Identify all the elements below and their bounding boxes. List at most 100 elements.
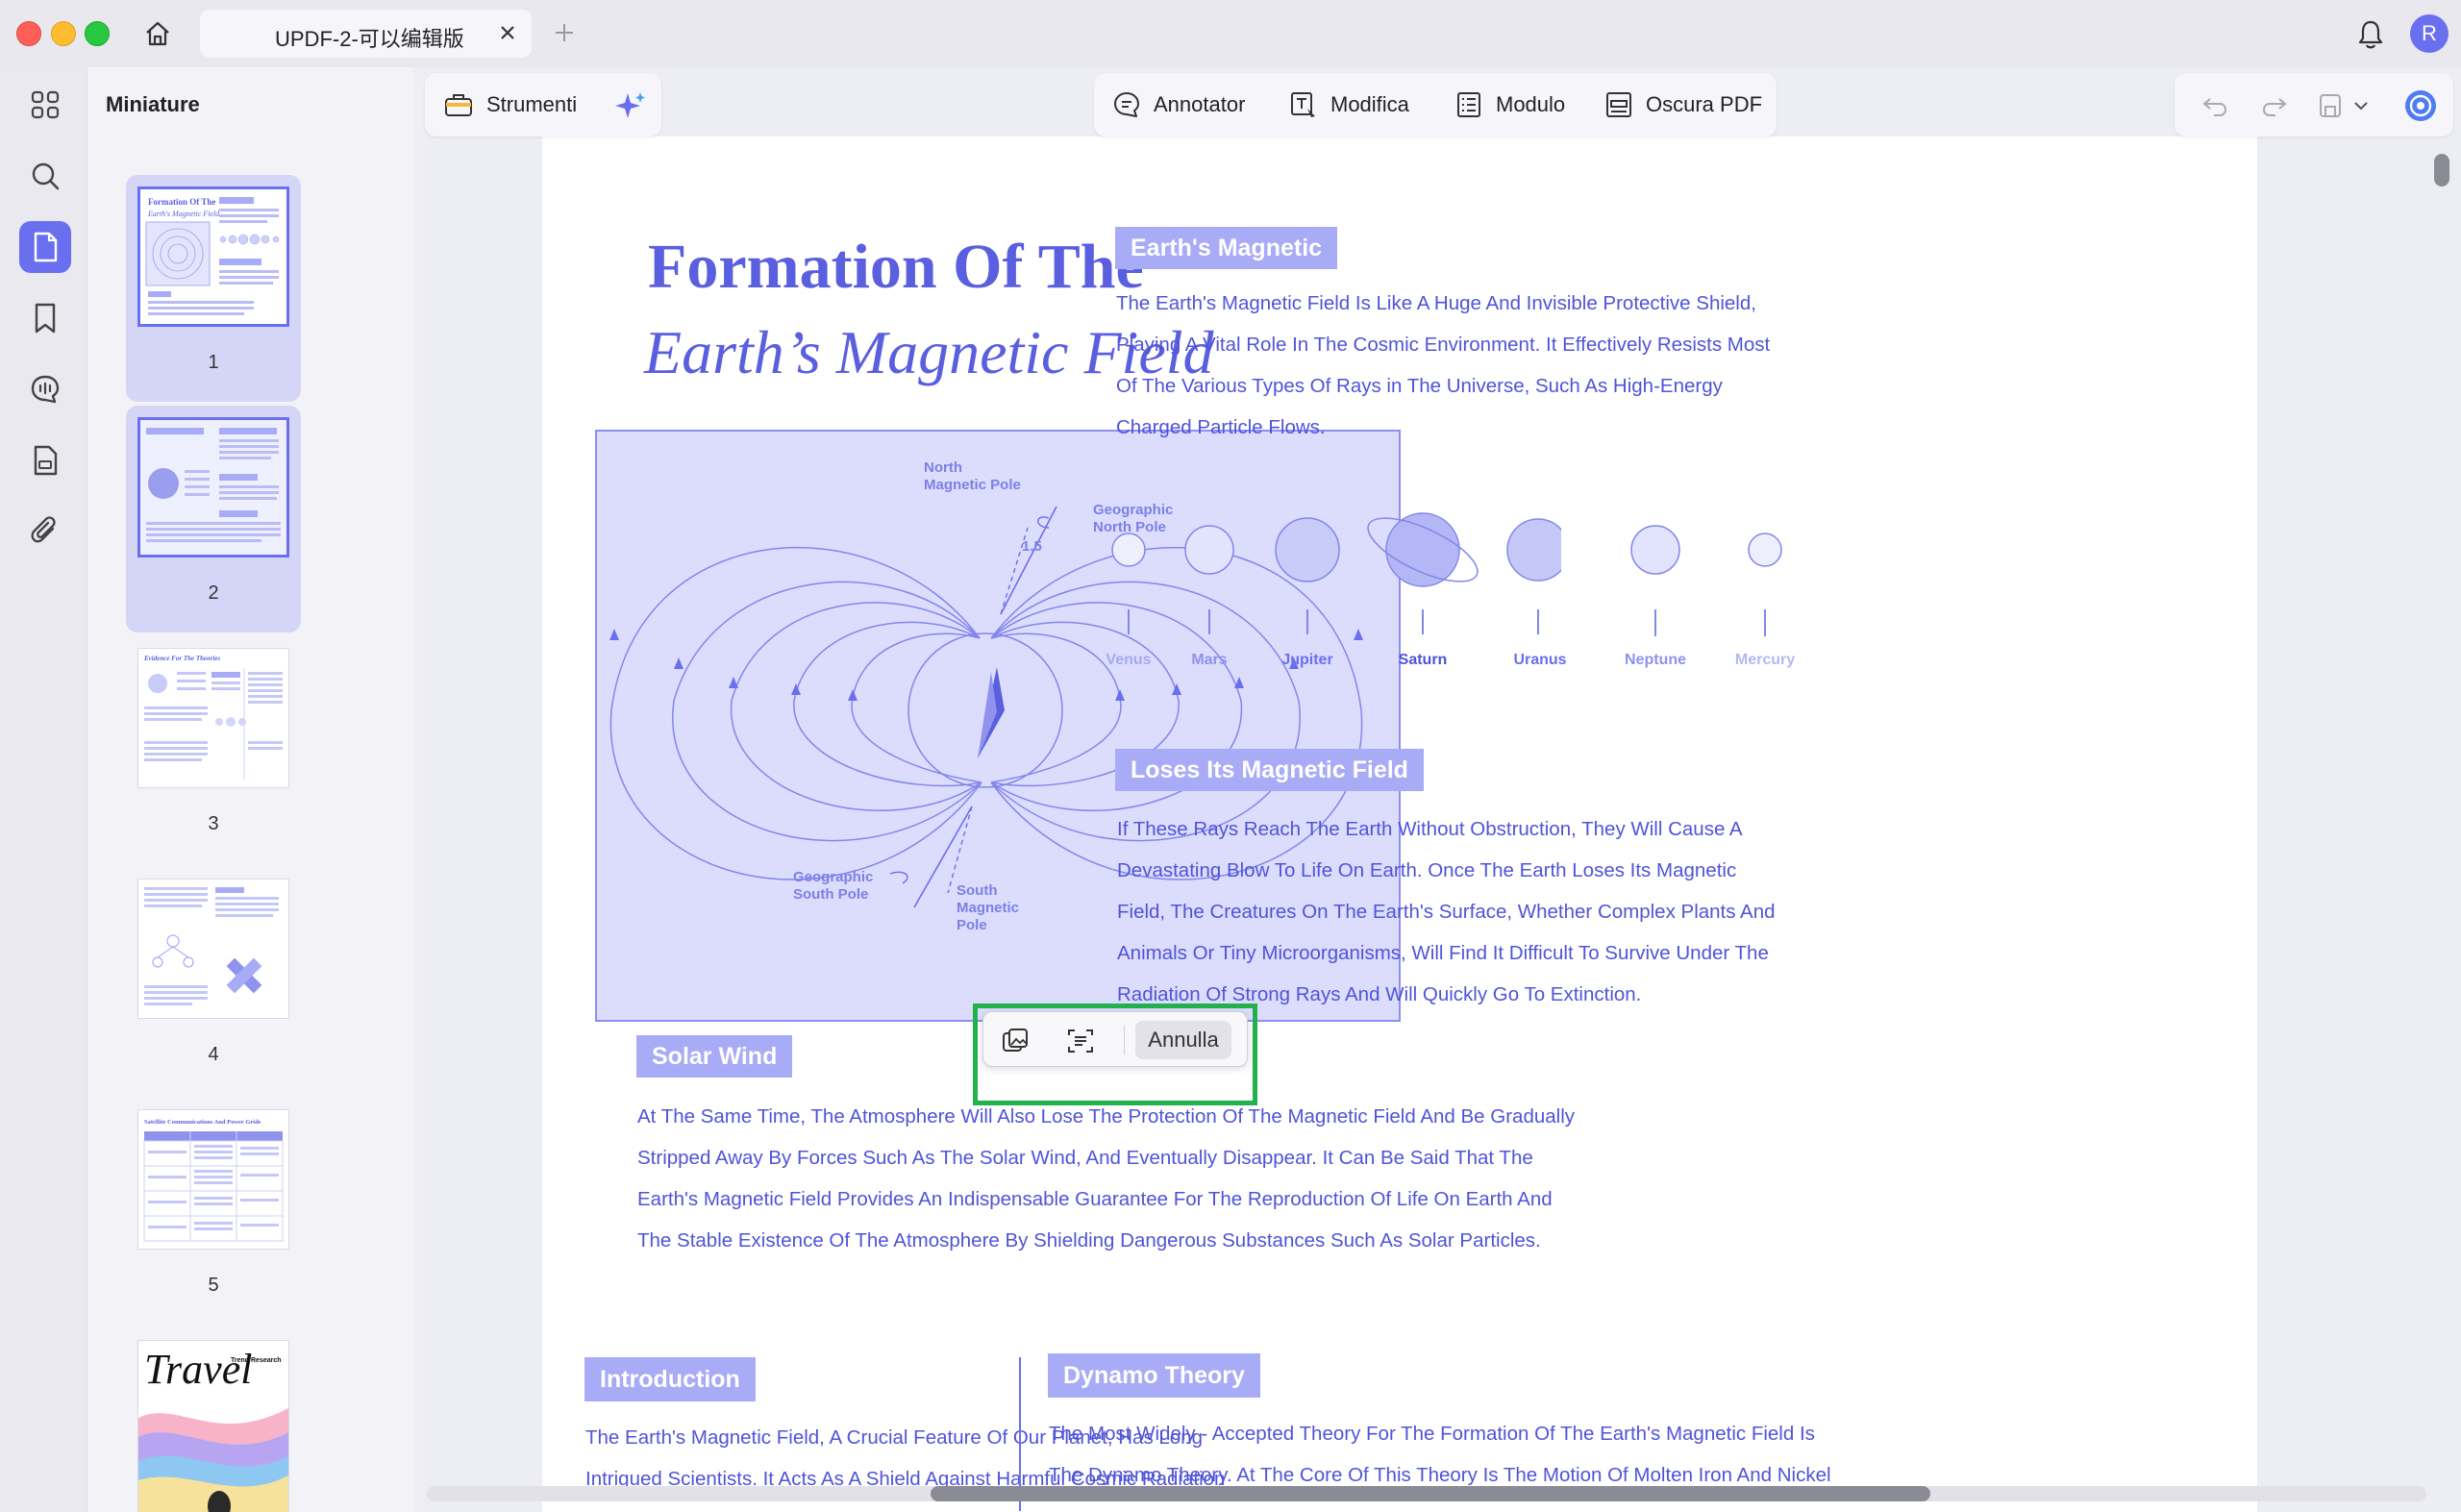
modulo-label: Modulo (1496, 92, 1566, 116)
redact-icon (1606, 92, 1631, 117)
solar-wind-heading[interactable]: Solar Wind (636, 1035, 793, 1078)
copy-image-icon[interactable] (997, 1023, 1033, 1059)
thumbnail-page-4[interactable]: 4 (126, 867, 301, 1094)
document-horizontal-scrollbar[interactable] (427, 1486, 2426, 1501)
annotator-button[interactable]: Annotator (1111, 87, 1245, 123)
earths-magnetic-heading[interactable]: Earth's Magnetic (1115, 227, 1338, 269)
comments-icon[interactable] (19, 363, 71, 415)
earths-magnetic-text[interactable]: The Earth's Magnetic Field Is Like A Hug… (1116, 283, 1847, 448)
geo-south-label-2: South Pole (793, 886, 868, 903)
pdf-page-3: Introduction The Earth's Magnetic Field,… (542, 1290, 2257, 1512)
notification-bell-icon[interactable] (2351, 15, 2390, 54)
form-icon (1457, 92, 1480, 117)
thumbnails-title: Miniature (106, 92, 200, 116)
menu-divider (1124, 1026, 1125, 1054)
geo-south-label-1: Geographic (793, 869, 873, 885)
tab-title: UPDF-2-可以编辑版 (275, 27, 464, 51)
pdf-page-2: Formation Of The Earth’s Magnetic Field (542, 136, 2257, 1336)
north-magnetic-label-1: North (924, 459, 962, 476)
loses-field-text[interactable]: If These Rays Reach The Earth Without Ob… (1117, 808, 1848, 1015)
user-avatar[interactable]: R (2410, 14, 2449, 53)
modifica-button[interactable]: Modifica (1288, 87, 1409, 123)
modifica-label: Modifica (1330, 92, 1409, 116)
planets-illustration[interactable] (1109, 500, 1561, 634)
tools-label: Strumenti (486, 92, 578, 116)
document-vertical-scrollbar[interactable] (2434, 144, 2449, 1509)
edit-icon (1291, 92, 1315, 117)
north-magnetic-label-2: Magnetic Pole (924, 477, 1021, 493)
svg-text:Evidence For The Theories: Evidence For The Theories (143, 655, 220, 662)
home-icon[interactable] (138, 15, 177, 52)
tools-button[interactable]: Strumenti (444, 87, 577, 123)
thumb-trend-text: Trend Research (231, 1357, 282, 1364)
planet-label-jupiter: Jupiter (1281, 652, 1333, 668)
planet-label-mercury: Mercury (1734, 652, 1796, 668)
save-menu-chevron-icon[interactable] (2348, 87, 2374, 125)
undo-icon[interactable] (2196, 87, 2234, 125)
annotator-icon (1114, 92, 1139, 117)
updf-ai-icon[interactable] (2401, 87, 2440, 125)
close-window-button[interactable] (16, 21, 41, 46)
thumbnail-number: 4 (208, 1044, 219, 1065)
history-toolbar (2175, 73, 2453, 136)
left-tool-rail (0, 67, 87, 1512)
thumbnail-page-6[interactable]: Travel Trend Research (126, 1328, 301, 1512)
modulo-button[interactable]: Modulo (1454, 87, 1565, 123)
ocr-text-icon[interactable] (1062, 1023, 1099, 1059)
svg-text:Satellite Communications And P: Satellite Communications And Power Grids (144, 1119, 261, 1126)
planet-label-mars: Mars (1191, 652, 1228, 668)
annotator-label: Annotator (1154, 92, 1246, 116)
thumbnail-number: 1 (208, 352, 219, 373)
ai-sparkle-icon[interactable] (611, 87, 650, 125)
selection-float-menu: Annulla (982, 1011, 1248, 1067)
svg-text:Earth's Magnetic Field: Earth's Magnetic Field (147, 210, 220, 218)
solar-wind-text[interactable]: At The Same Time, The Atmosphere Will Al… (637, 1096, 1695, 1261)
thumbnail-page-2[interactable]: 2 (126, 406, 301, 632)
save-icon[interactable] (2311, 87, 2349, 125)
thumbnail-page-1[interactable]: Formation Of The Earth's Magnetic Field … (126, 175, 301, 402)
document-stamp-icon[interactable] (19, 434, 71, 486)
south-magnetic-label-3: Pole (957, 917, 987, 933)
thumb-travel-text: Travel (144, 1346, 252, 1393)
dynamo-theory-text[interactable]: The Most Widely - Accepted Theory For Th… (1049, 1413, 2106, 1496)
dynamo-theory-heading[interactable]: Dynamo Theory (1048, 1353, 1260, 1398)
thumbnail-number: 5 (208, 1275, 219, 1296)
document-title-line1[interactable]: Formation Of The (648, 231, 1144, 304)
zoom-window-button[interactable] (85, 21, 110, 46)
planet-label-neptune: Neptune (1625, 652, 1686, 668)
horizontal-scroll-knob[interactable] (931, 1486, 1930, 1501)
angle-label: 1.5 (1022, 538, 1042, 555)
apps-grid-icon[interactable] (19, 79, 71, 131)
new-tab-icon[interactable] (550, 18, 579, 47)
search-icon[interactable] (19, 150, 71, 202)
thumbnails-panel: Miniature Formation Of The Earth's Magne… (87, 67, 493, 1512)
thumbnail-image: Satellite Communications And Power Grids (137, 1109, 289, 1250)
thumbnails-icon[interactable] (19, 221, 71, 273)
thumbnail-page-5[interactable]: Satellite Communications And Power Grids… (126, 1098, 301, 1325)
oscura-pdf-button[interactable]: Oscura PDF (1603, 87, 1762, 123)
thumbnail-image (137, 879, 289, 1019)
cancel-button[interactable]: Annulla (1135, 1021, 1231, 1059)
thumbnail-page-3[interactable]: Evidence For The Theories 3 (126, 636, 301, 863)
planet-label-saturn: Saturn (1398, 652, 1448, 668)
thumbnail-image: Travel Trend Research (137, 1340, 289, 1512)
south-magnetic-label-2: Magnetic (957, 900, 1019, 916)
loses-field-heading[interactable]: Loses Its Magnetic Field (1115, 749, 1424, 791)
thumbnail-image: Evidence For The Theories (137, 648, 289, 788)
title-bar: UPDF-2-可以编辑版 R (0, 0, 2461, 67)
close-tab-icon[interactable] (495, 20, 520, 45)
introduction-heading[interactable]: Introduction (584, 1357, 756, 1401)
thumbnail-number: 3 (208, 813, 219, 834)
attachment-icon[interactable] (19, 506, 71, 558)
thumbnail-image (137, 417, 289, 558)
redo-icon[interactable] (2255, 87, 2294, 125)
planet-label-uranus: Uranus (1513, 652, 1567, 668)
bookmark-icon[interactable] (19, 292, 71, 344)
thumbnail-image: Formation Of The Earth's Magnetic Field (137, 186, 289, 327)
planets-illustration-right[interactable] (1628, 521, 1859, 636)
minimize-window-button[interactable] (51, 21, 76, 46)
document-tab[interactable]: UPDF-2-可以编辑版 (200, 10, 532, 58)
vertical-scroll-knob[interactable] (2434, 154, 2449, 186)
thumbnail-number: 2 (208, 582, 219, 604)
document-view: Formation Of The Earth’s Magnetic Field (423, 67, 2461, 1512)
